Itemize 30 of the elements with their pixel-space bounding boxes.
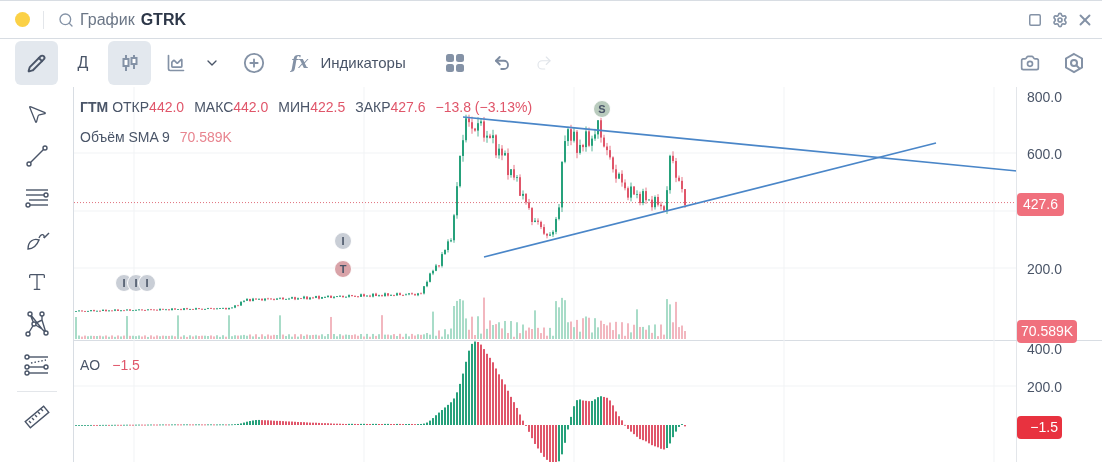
ohlc-label: ЗАКР <box>355 98 391 117</box>
axis-label: 600.0 <box>1027 145 1063 164</box>
event-marker[interactable]: S <box>593 100 611 118</box>
volume-value: 70.589K <box>179 128 232 147</box>
axis-label: 200.0 <box>1027 260 1063 279</box>
event-marker[interactable]: I <box>138 274 156 292</box>
ohlc-label: МИН <box>278 98 311 117</box>
volume-badge: 70.589K <box>1017 320 1078 343</box>
oscillator-value: −1.5 <box>112 356 140 375</box>
ohlc-value: 422.5 <box>310 98 346 117</box>
price-badge: 427.6 <box>1017 193 1065 216</box>
volume-label: Объём SMA 9 <box>80 128 170 147</box>
ohlc-label: ОТКР <box>112 98 150 117</box>
oscillator-badge: −1.5 <box>1017 416 1062 439</box>
axis-label: 800.0 <box>1027 88 1063 107</box>
price-change: −13.8 (−3.13%) <box>435 98 533 117</box>
interval-button[interactable]: Д <box>58 41 108 85</box>
window-title: График <box>80 9 135 30</box>
symbol-label: ГТМ <box>80 98 109 117</box>
axis-label: 400.0 <box>1027 340 1063 359</box>
oscillator-label: AO <box>80 356 101 375</box>
event-marker[interactable]: T <box>334 260 352 278</box>
indicators-button[interactable]: fx Индикаторы <box>281 41 416 85</box>
ohlc-value: 442.0 <box>149 98 185 117</box>
axis-label: 200.0 <box>1027 378 1063 397</box>
event-marker[interactable]: I <box>334 232 352 250</box>
ohlc-value: 442.0 <box>233 98 269 117</box>
ohlc-value: 427.6 <box>390 98 426 117</box>
ohlc-label: МАКС <box>194 98 234 117</box>
symbol-name[interactable]: GTRK <box>140 7 186 32</box>
